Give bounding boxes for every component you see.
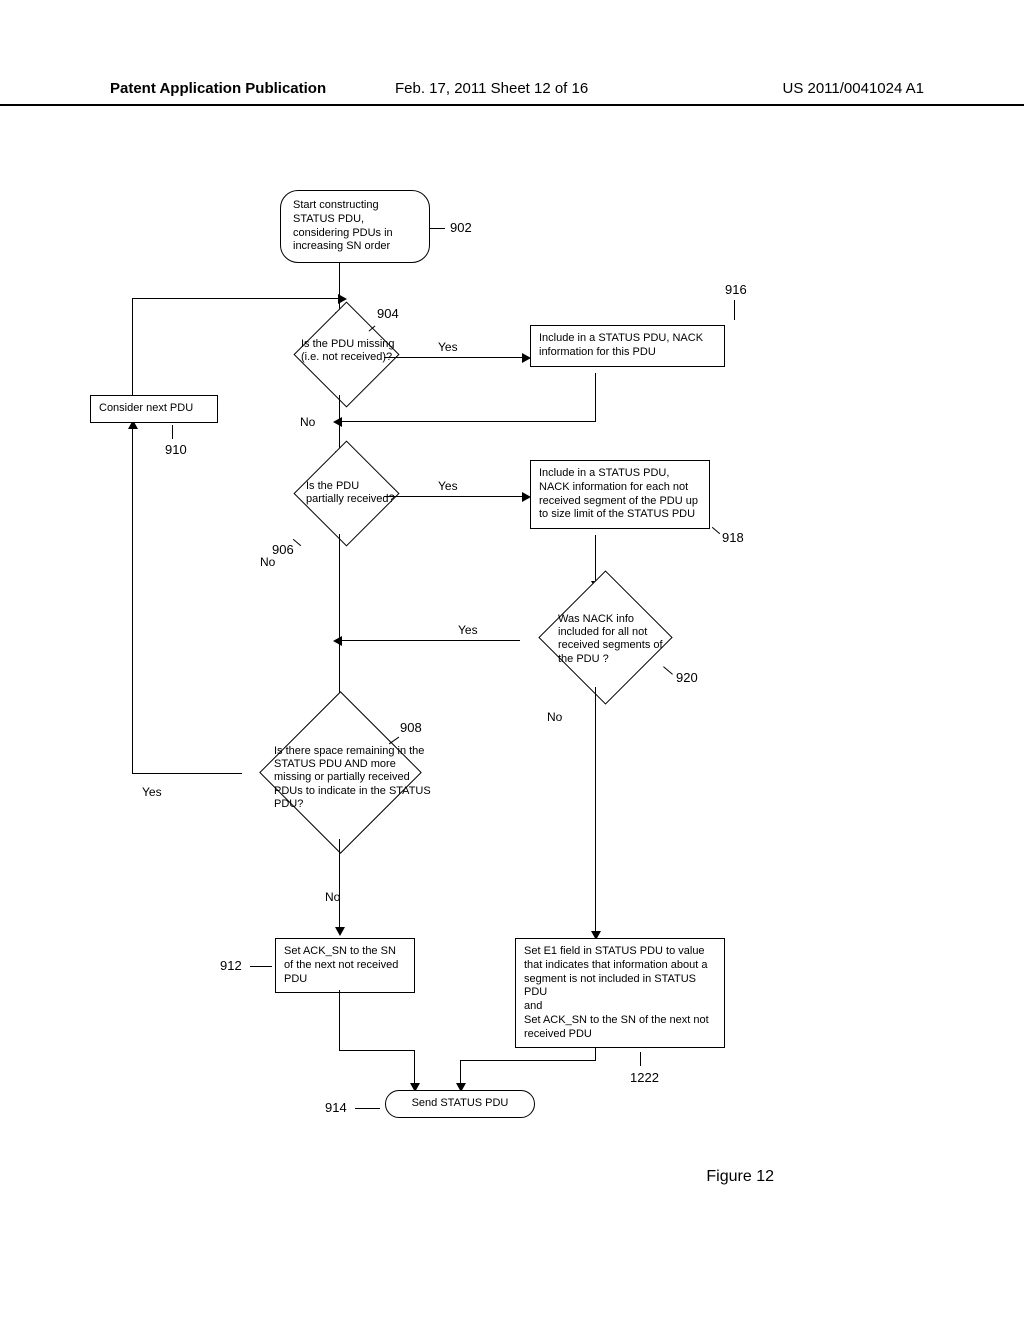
line-1222-end-v2 bbox=[460, 1060, 461, 1085]
page-header: Patent Application Publication Feb. 17, … bbox=[0, 78, 1024, 106]
end-text: Send STATUS PDU bbox=[394, 1097, 526, 1111]
line-908-yes-h bbox=[132, 773, 242, 774]
line-912-end-h bbox=[339, 1050, 414, 1051]
ref-1222: 1222 bbox=[630, 1070, 659, 1085]
line-904-yes bbox=[384, 357, 524, 358]
leader-1222 bbox=[640, 1052, 641, 1066]
page: Patent Application Publication Feb. 17, … bbox=[0, 0, 1024, 1320]
arrow-916-join bbox=[333, 417, 342, 427]
line-920-yes bbox=[340, 640, 520, 641]
process-1222-text: Set E1 field in STATUS PDU to value that… bbox=[524, 945, 716, 1041]
process-1222: Set E1 field in STATUS PDU to value that… bbox=[515, 938, 725, 1048]
line-920-no bbox=[595, 687, 596, 933]
end-terminator: Send STATUS PDU bbox=[385, 1090, 535, 1118]
figure-label: Figure 12 bbox=[706, 1168, 774, 1186]
line-904-no bbox=[339, 395, 340, 453]
leader-916 bbox=[734, 300, 735, 320]
line-916-join bbox=[340, 421, 596, 422]
ref-914: 914 bbox=[325, 1100, 347, 1115]
line-feedback-top bbox=[132, 298, 340, 299]
leader-918 bbox=[712, 527, 720, 534]
ref-918: 918 bbox=[722, 530, 744, 545]
header-left: Patent Application Publication bbox=[110, 80, 326, 99]
process-910-text: Consider next PDU bbox=[99, 402, 209, 416]
flowchart: Start constructing STATUS PDU, consideri… bbox=[120, 190, 840, 1150]
label-908-no: No bbox=[325, 890, 340, 904]
process-912-text: Set ACK_SN to the SN of the next not rec… bbox=[284, 945, 406, 986]
line-908-no bbox=[339, 839, 340, 929]
process-918: Include in a STATUS PDU, NACK informatio… bbox=[530, 460, 710, 529]
decision-920: Was NACK info included for all not recei… bbox=[520, 588, 690, 708]
process-918-text: Include in a STATUS PDU, NACK informatio… bbox=[539, 467, 701, 522]
ref-920: 920 bbox=[676, 670, 698, 685]
ref-916: 916 bbox=[725, 282, 747, 297]
arrow-920-yes bbox=[333, 636, 342, 646]
leader-912 bbox=[250, 966, 272, 967]
start-terminator: Start constructing STATUS PDU, consideri… bbox=[280, 190, 430, 263]
decision-904-text: Is the PDU missing (i.e. not received)? bbox=[301, 338, 401, 364]
arrow-908-no bbox=[335, 927, 345, 936]
header-center: Feb. 17, 2011 Sheet 12 of 16 bbox=[395, 80, 588, 99]
ref-908: 908 bbox=[400, 720, 422, 735]
decision-906-text: Is the PDU partially received? bbox=[306, 480, 396, 506]
label-920-yes: Yes bbox=[458, 623, 478, 637]
label-920-no: No bbox=[547, 710, 562, 724]
start-text: Start constructing STATUS PDU, consideri… bbox=[293, 199, 417, 254]
leader-910 bbox=[172, 425, 173, 439]
label-904-no: No bbox=[300, 415, 315, 429]
process-910: Consider next PDU bbox=[90, 395, 218, 423]
line-912-end-v2 bbox=[414, 1050, 415, 1085]
decision-908-text: Is there space remaining in the STATUS P… bbox=[274, 745, 434, 811]
line-910-up bbox=[132, 298, 133, 395]
line-912-end-v bbox=[339, 990, 340, 1050]
line-908-yes-v bbox=[132, 428, 133, 774]
label-906-no: No bbox=[260, 555, 275, 569]
ref-910: 910 bbox=[165, 442, 187, 457]
leader-914 bbox=[355, 1108, 380, 1109]
ref-904: 904 bbox=[377, 306, 399, 321]
process-912: Set ACK_SN to the SN of the next not rec… bbox=[275, 938, 415, 993]
line-906-yes bbox=[384, 496, 524, 497]
label-906-yes: Yes bbox=[438, 479, 458, 493]
line-1222-end-h bbox=[460, 1060, 596, 1061]
header-right: US 2011/0041024 A1 bbox=[782, 80, 924, 99]
ref-902: 902 bbox=[450, 220, 472, 235]
label-904-yes: Yes bbox=[438, 340, 458, 354]
process-916-text: Include in a STATUS PDU, NACK informatio… bbox=[539, 332, 716, 360]
process-916: Include in a STATUS PDU, NACK informatio… bbox=[530, 325, 725, 367]
line-1222-end-v bbox=[595, 1048, 596, 1060]
leader-902 bbox=[430, 228, 445, 229]
line-918-920 bbox=[595, 535, 596, 583]
label-908-yes: Yes bbox=[142, 785, 162, 799]
ref-912: 912 bbox=[220, 958, 242, 973]
line-916-down bbox=[595, 373, 596, 421]
line-906-no bbox=[339, 534, 340, 702]
decision-920-text: Was NACK info included for all not recei… bbox=[558, 613, 668, 666]
